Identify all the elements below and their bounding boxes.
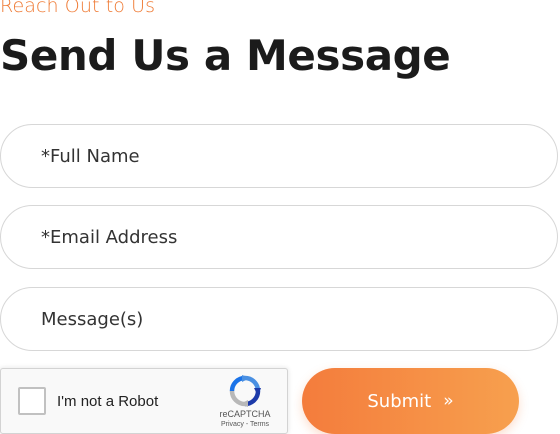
captcha-privacy-link[interactable]: Privacy (221, 421, 244, 428)
submit-label: Submit (367, 390, 432, 412)
email-input[interactable] (41, 206, 521, 268)
captcha-terms-link[interactable]: Terms (250, 421, 269, 428)
submit-button[interactable]: Submit » (302, 368, 519, 434)
page-title: Send Us a Message (0, 31, 451, 80)
section-eyebrow: Reach Out to Us (0, 0, 156, 17)
full-name-field[interactable] (0, 124, 558, 188)
double-chevron-right-icon: » (443, 390, 454, 411)
captcha-label: I'm not a Robot (57, 393, 159, 410)
captcha-brand: reCAPTCHA (219, 409, 271, 419)
recaptcha-widget: I'm not a Robot reCAPTCHA Privacy - Term… (0, 368, 288, 434)
message-input[interactable] (41, 288, 521, 350)
captcha-checkbox[interactable] (18, 387, 46, 415)
full-name-input[interactable] (41, 125, 521, 187)
message-field[interactable] (0, 287, 558, 351)
captcha-links: Privacy - Terms (205, 421, 285, 428)
recaptcha-logo-icon (229, 375, 261, 407)
email-field[interactable] (0, 205, 558, 269)
